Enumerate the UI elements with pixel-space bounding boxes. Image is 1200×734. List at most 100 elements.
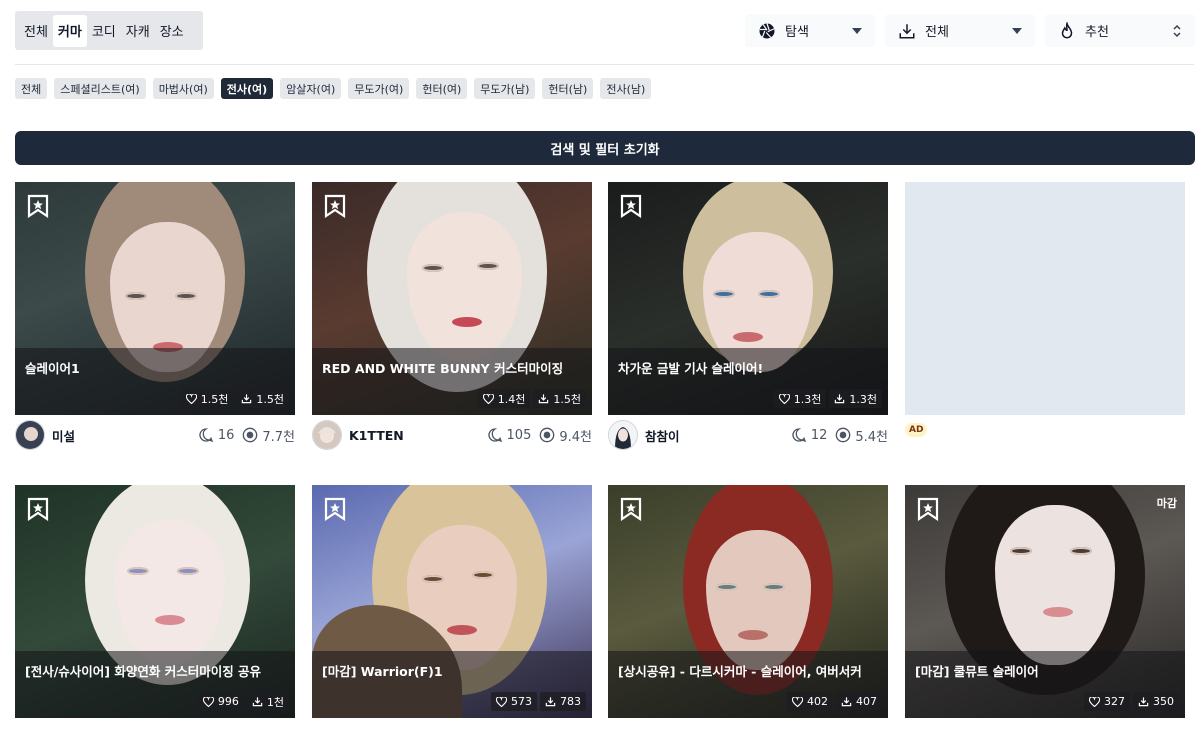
downloads-stat: 1.5천 xyxy=(236,389,289,408)
views-count: 5.4천 xyxy=(835,426,888,445)
post-card[interactable]: RED AND WHITE BUNNY 커스터마이징 1.4천 1.5천 K1T… xyxy=(312,182,592,455)
closed-badge: 마감 xyxy=(1156,497,1177,510)
post-title: [마감] Warrior(F)1 xyxy=(322,664,443,679)
post-meta: K1TTEN 105 9.4천 xyxy=(312,415,592,455)
post-card[interactable]: [전사/슈사이어] 화양연화 커스터마이징 공유 996 1천 xyxy=(15,485,295,718)
likes-stat: 573 xyxy=(491,692,537,711)
post-thumbnail[interactable]: 차가운 금발 기사 슬레이어! 1.3천 1.3천 xyxy=(608,182,888,415)
post-title: [전사/슈사이어] 화양연화 커스터마이징 공유 xyxy=(25,664,262,679)
explore-label: 탐색 xyxy=(785,25,809,40)
tab-location[interactable]: 장소 xyxy=(155,15,189,47)
chip-warrior-f[interactable]: 전사(여) xyxy=(220,78,274,99)
post-card[interactable]: 마감 [마감] 쿨뮤트 슬레이어 327 350 xyxy=(905,485,1185,718)
aperture-icon xyxy=(243,427,258,443)
avatar[interactable] xyxy=(608,420,638,450)
post-thumbnail[interactable]: RED AND WHITE BUNNY 커스터마이징 1.4천 1.5천 xyxy=(312,182,592,415)
comment-icon xyxy=(199,428,213,443)
chip-all[interactable]: 전체 xyxy=(15,78,48,99)
likes-stat: 327 xyxy=(1084,692,1130,711)
post-stats: 573 783 xyxy=(491,692,586,711)
views-count: 9.4천 xyxy=(539,426,592,445)
bookmark-star-icon[interactable] xyxy=(620,497,642,521)
post-card[interactable]: [상시공유] - 다르시커마 - 슬레이어, 여버서커 402 407 xyxy=(608,485,888,718)
character-lips xyxy=(447,625,477,635)
post-stats: 402 407 xyxy=(787,692,882,711)
author-name[interactable]: 미설 xyxy=(52,426,190,445)
character-lips xyxy=(155,615,185,625)
bookmark-star-icon[interactable] xyxy=(324,194,346,218)
tab-outfit[interactable]: 코디 xyxy=(87,15,121,47)
downloads-stat: 1.3천 xyxy=(829,389,882,408)
sort-dropdown[interactable]: 추천 xyxy=(1045,14,1195,47)
chip-warrior-m[interactable]: 전사(남) xyxy=(600,78,652,99)
post-card[interactable]: [마감] Warrior(F)1 573 783 xyxy=(312,485,592,718)
character-eye xyxy=(177,567,199,575)
downloads-stat: 407 xyxy=(836,692,882,711)
downloads-stat: 1천 xyxy=(246,692,289,711)
category-tabs: 전체 커마 코디 자캐 장소 xyxy=(15,11,203,50)
tab-original-character[interactable]: 자캐 xyxy=(121,15,155,47)
bookmark-star-icon[interactable] xyxy=(324,497,346,521)
post-thumbnail[interactable]: [마감] Warrior(F)1 573 783 xyxy=(312,485,592,718)
chip-specialist-f[interactable]: 스페셜리스트(여) xyxy=(54,78,146,99)
author-name[interactable]: K1TTEN xyxy=(349,428,479,443)
bookmark-star-icon[interactable] xyxy=(27,497,49,521)
chip-martial-artist-m[interactable]: 무도가(남) xyxy=(474,78,536,99)
character-lips xyxy=(1043,607,1073,617)
chip-martial-artist-f[interactable]: 무도가(여) xyxy=(348,78,410,99)
class-filter-chips: 전체 스페셜리스트(여) 마법사(여) 전사(여) 암살자(여) 무도가(여) … xyxy=(15,78,652,99)
chip-assassin-f[interactable]: 암살자(여) xyxy=(280,78,342,99)
character-eye xyxy=(758,290,780,298)
download-icon xyxy=(1138,697,1149,707)
chip-mage-f[interactable]: 마법사(여) xyxy=(152,78,214,99)
heart-icon xyxy=(496,696,507,707)
downloads-stat: 783 xyxy=(540,692,586,711)
ad-slot[interactable] xyxy=(905,182,1185,415)
character-eye xyxy=(125,292,147,300)
chip-hunter-f[interactable]: 헌터(여) xyxy=(416,78,468,99)
download-icon xyxy=(841,697,852,707)
post-thumbnail[interactable]: [상시공유] - 다르시커마 - 슬레이어, 여버서커 402 407 xyxy=(608,485,888,718)
post-thumbnail[interactable]: [전사/슈사이어] 화양연화 커스터마이징 공유 996 1천 xyxy=(15,485,295,718)
bookmark-star-icon[interactable] xyxy=(620,194,642,218)
post-meta: 미설 16 7.7천 xyxy=(15,415,295,455)
post-card[interactable]: 슬레이어1 1.5천 1.5천 미설 16 7.7천 xyxy=(15,182,295,455)
bookmark-star-icon[interactable] xyxy=(917,497,939,521)
post-title: 차가운 금발 기사 슬레이어! xyxy=(618,361,764,376)
heart-icon xyxy=(482,393,494,404)
character-eye xyxy=(713,290,735,298)
tab-customizing[interactable]: 커마 xyxy=(52,14,87,47)
post-stats: 996 1천 xyxy=(197,692,289,711)
post-stats: 327 350 xyxy=(1084,692,1179,711)
author-name[interactable]: 참참이 xyxy=(645,426,783,445)
reset-filters-button[interactable]: 검색 및 필터 초기화 xyxy=(15,131,1195,165)
explore-dropdown[interactable]: 탐색 xyxy=(745,14,875,47)
chevron-up-down-icon xyxy=(1171,24,1183,37)
character-eye xyxy=(422,264,444,272)
character-eye xyxy=(127,567,149,575)
character-eye xyxy=(422,575,444,583)
comment-icon xyxy=(792,428,806,443)
likes-stat: 1.3천 xyxy=(773,389,827,408)
avatar[interactable] xyxy=(312,420,342,450)
avatar[interactable] xyxy=(15,420,45,450)
post-card[interactable]: 차가운 금발 기사 슬레이어! 1.3천 1.3천 참참이 12 5.4천 xyxy=(608,182,888,455)
heart-icon xyxy=(1089,696,1100,707)
post-stats: 1.4천 1.5천 xyxy=(477,389,586,408)
post-thumbnail[interactable]: 마감 [마감] 쿨뮤트 슬레이어 327 350 xyxy=(905,485,1185,718)
character-eye xyxy=(472,571,494,579)
post-stats: 1.3천 1.3천 xyxy=(773,389,882,408)
download-icon xyxy=(897,21,917,41)
download-dropdown[interactable]: 전체 xyxy=(885,14,1035,47)
download-icon xyxy=(252,697,263,707)
chip-hunter-m[interactable]: 헌터(남) xyxy=(542,78,594,99)
post-thumbnail[interactable]: 슬레이어1 1.5천 1.5천 xyxy=(15,182,295,415)
tab-all[interactable]: 전체 xyxy=(19,15,53,47)
caret-down-icon xyxy=(1011,25,1023,37)
download-icon xyxy=(242,394,252,404)
flame-icon xyxy=(1057,21,1077,41)
aperture-icon xyxy=(540,427,555,443)
character-eye xyxy=(1010,547,1032,555)
bookmark-star-icon[interactable] xyxy=(27,194,49,218)
likes-stat: 996 xyxy=(197,692,244,711)
